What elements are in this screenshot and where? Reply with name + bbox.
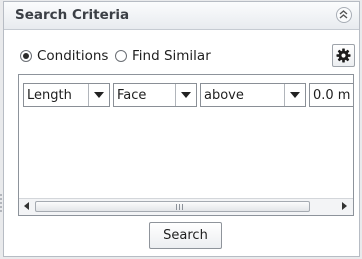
- chevron-down-icon[interactable]: [88, 84, 109, 106]
- scroll-right-icon[interactable]: [337, 199, 351, 214]
- comparison-value: above: [204, 88, 244, 103]
- value-field[interactable]: 0.0 m: [309, 83, 353, 107]
- panel-title: Search Criteria: [15, 7, 130, 23]
- radio-selected-dot: [23, 53, 29, 59]
- attribute-value: Length: [27, 88, 72, 103]
- criteria-list: Length Face above 0.0 m: [18, 74, 354, 216]
- chevron-down-icon[interactable]: [284, 84, 305, 106]
- value-text: 0.0 m: [313, 88, 351, 103]
- comparison-dropdown[interactable]: above: [200, 83, 306, 107]
- scrollbar-thumb[interactable]: [35, 201, 310, 212]
- grip-icon: [176, 204, 183, 210]
- conditions-label[interactable]: Conditions: [37, 48, 108, 64]
- panel-header: Search Criteria: [4, 2, 359, 30]
- entity-value: Face: [117, 88, 147, 103]
- search-criteria-panel: Search Criteria Conditions Find Similar: [3, 1, 360, 257]
- attribute-dropdown[interactable]: Length: [23, 83, 110, 107]
- conditions-radio[interactable]: [20, 50, 32, 62]
- entity-dropdown[interactable]: Face: [113, 83, 197, 107]
- gear-icon: [336, 48, 351, 63]
- resize-grip[interactable]: [0, 193, 2, 213]
- chevron-down-icon[interactable]: [175, 84, 196, 106]
- find-similar-label[interactable]: Find Similar: [132, 48, 211, 64]
- double-chevron-up-icon[interactable]: [336, 7, 352, 23]
- find-similar-radio[interactable]: [115, 50, 127, 62]
- settings-button[interactable]: [332, 44, 355, 67]
- scroll-left-icon[interactable]: [20, 199, 34, 214]
- horizontal-scrollbar[interactable]: [19, 198, 353, 215]
- search-button[interactable]: Search: [149, 222, 222, 249]
